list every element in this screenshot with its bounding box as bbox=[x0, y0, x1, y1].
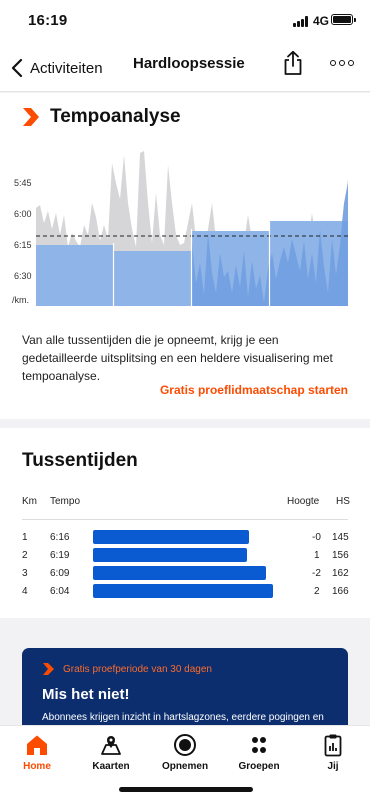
promo-title: Mis het niet! bbox=[42, 686, 130, 703]
split-pace-bar bbox=[93, 566, 266, 580]
y-tick-label: 6:00 bbox=[14, 209, 32, 219]
y-tick-label: 6:30 bbox=[14, 271, 32, 281]
nav-bar: Activiteiten Hardloopsessie bbox=[0, 44, 370, 92]
col-tempo: Tempo bbox=[50, 496, 81, 507]
split-elevation: -0 bbox=[312, 532, 321, 543]
col-heartrate: HS bbox=[336, 496, 350, 507]
strava-summit-icon bbox=[23, 108, 39, 126]
profile-clipboard-icon bbox=[324, 734, 342, 757]
groups-icon bbox=[252, 737, 266, 753]
split-pace-bar bbox=[93, 584, 273, 598]
activity-screen: 16:19 4G Activiteiten Hardloopsessie Tem… bbox=[0, 0, 370, 800]
back-label: Activiteiten bbox=[30, 59, 103, 77]
split-pace: 6:04 bbox=[50, 586, 70, 597]
tab-home[interactable]: Home bbox=[0, 731, 74, 777]
y-tick-label: 6:15 bbox=[14, 240, 32, 250]
tab-label: Home bbox=[23, 761, 51, 772]
y-unit-label: /km. bbox=[12, 295, 29, 305]
signal-icon bbox=[293, 16, 310, 27]
map-icon bbox=[101, 736, 121, 755]
split-km: 4 bbox=[22, 586, 28, 597]
tempo-analysis-card: Tempoanalyse 5:45 6:00 6:15 6:30 /km. Va… bbox=[0, 93, 370, 419]
split-row: 4 6:04 2 166 bbox=[0, 583, 370, 601]
promo-eyebrow: Gratis proefperiode van 30 dagen bbox=[63, 663, 212, 675]
split-pace-bar bbox=[93, 548, 247, 562]
splits-divider bbox=[22, 519, 348, 520]
chevron-left-icon bbox=[11, 58, 23, 78]
tempo-description: Van alle tussentijden die je opneemt, kr… bbox=[22, 333, 333, 383]
tempo-header: Tempoanalyse bbox=[22, 105, 181, 129]
split-pace-bar bbox=[93, 530, 249, 544]
split-km: 3 bbox=[22, 568, 28, 579]
home-icon bbox=[27, 735, 47, 755]
split-elevation: -2 bbox=[312, 568, 321, 579]
split-bar-km-1 bbox=[36, 245, 113, 306]
split-heartrate: 156 bbox=[332, 550, 349, 561]
strava-summit-icon bbox=[43, 663, 54, 675]
tempo-title: Tempoanalyse bbox=[50, 106, 181, 127]
split-km: 2 bbox=[22, 550, 28, 561]
tab-label: Groepen bbox=[238, 761, 280, 772]
promo-body: Abonnees krijgen inzicht in hartslagzone… bbox=[42, 712, 324, 723]
tab-you[interactable]: Jij bbox=[296, 731, 370, 777]
tempo-chart-svg: 5:45 6:00 6:15 6:30 /km. bbox=[12, 151, 348, 306]
tab-label: Jij bbox=[327, 761, 339, 772]
tab-record[interactable]: Opnemen bbox=[148, 731, 222, 777]
split-pace: 6:16 bbox=[50, 532, 70, 543]
split-heartrate: 166 bbox=[332, 586, 349, 597]
split-km: 1 bbox=[22, 532, 28, 543]
home-indicator bbox=[119, 787, 253, 792]
status-time: 16:19 bbox=[28, 12, 68, 29]
tab-maps[interactable]: Kaarten bbox=[74, 731, 148, 777]
split-row: 2 6:19 1 156 bbox=[0, 547, 370, 565]
tab-label: Kaarten bbox=[92, 761, 130, 772]
share-icon[interactable] bbox=[281, 50, 305, 76]
split-bar-km-2 bbox=[114, 251, 191, 306]
record-icon bbox=[174, 734, 196, 756]
start-trial-link[interactable]: Gratis proeflidmaatschap starten bbox=[160, 383, 348, 397]
splits-title: Tussentijden bbox=[22, 450, 138, 471]
status-bar: 16:19 4G bbox=[0, 0, 370, 44]
page-title: Hardloopsessie bbox=[133, 55, 245, 72]
promo-eyebrow-row: Gratis proefperiode van 30 dagen bbox=[42, 662, 212, 676]
split-pace: 6:19 bbox=[50, 550, 70, 561]
tempo-chart: 5:45 6:00 6:15 6:30 /km. bbox=[0, 143, 370, 313]
battery-icon bbox=[331, 14, 356, 25]
back-button[interactable]: Activiteiten bbox=[10, 50, 103, 86]
y-tick-label: 5:45 bbox=[14, 178, 32, 188]
tab-groups[interactable]: Groepen bbox=[222, 731, 296, 777]
splits-header: Km Tempo Hoogte HS bbox=[0, 496, 370, 510]
network-label: 4G bbox=[313, 14, 330, 28]
col-elevation: Hoogte bbox=[287, 496, 320, 507]
split-row: 3 6:09 -2 162 bbox=[0, 565, 370, 583]
tab-label: Opnemen bbox=[161, 761, 209, 772]
split-heartrate: 145 bbox=[332, 532, 349, 543]
splits-card: Tussentijden Km Tempo Hoogte HS 1 6:16 -… bbox=[0, 428, 370, 618]
split-pace: 6:09 bbox=[50, 568, 70, 579]
split-elevation: 1 bbox=[314, 550, 320, 561]
split-elevation: 2 bbox=[314, 586, 320, 597]
split-row: 1 6:16 -0 145 bbox=[0, 529, 370, 547]
split-heartrate: 162 bbox=[332, 568, 349, 579]
more-options-icon[interactable] bbox=[330, 58, 354, 68]
col-km: Km bbox=[22, 496, 37, 507]
